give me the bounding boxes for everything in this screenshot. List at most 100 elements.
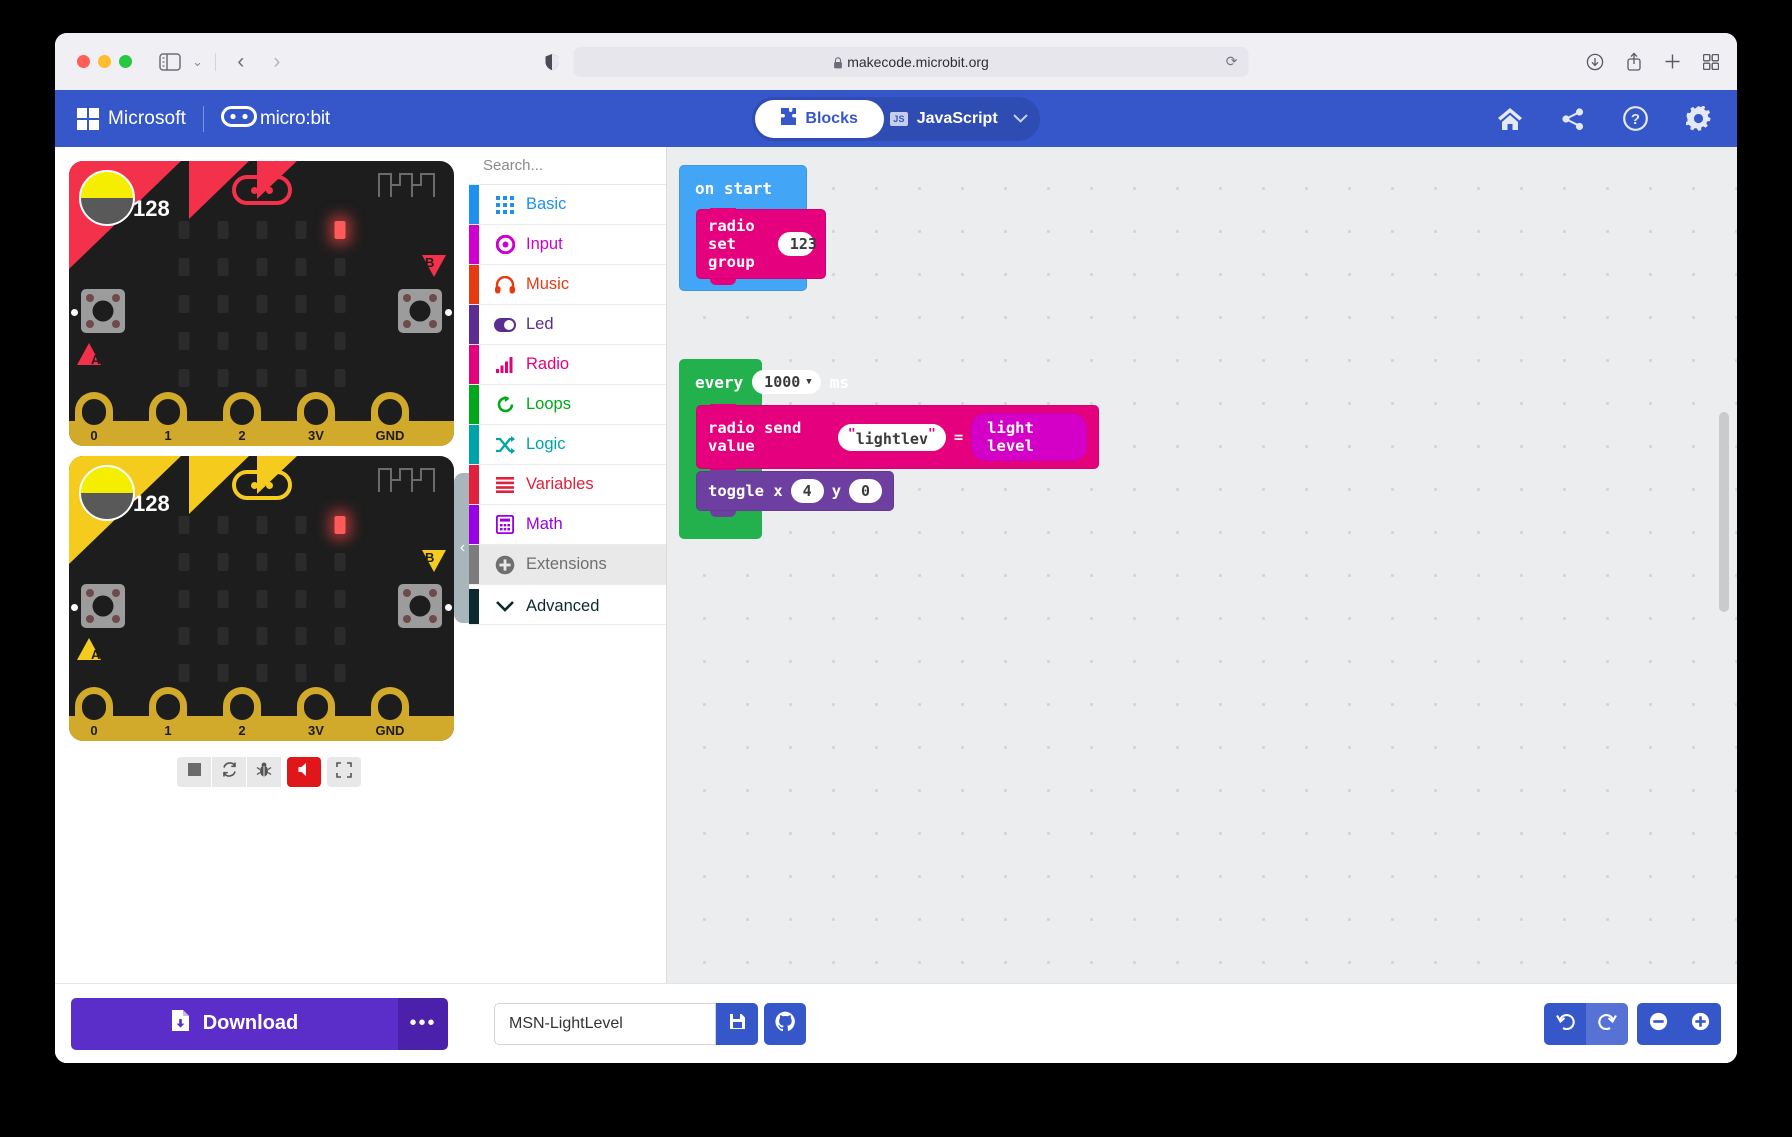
- close-window-button[interactable]: [77, 55, 90, 68]
- button-a-1[interactable]: [81, 289, 125, 333]
- gear-icon[interactable]: [1686, 106, 1711, 131]
- light-level-sensor-1[interactable]: 128: [79, 170, 170, 226]
- sidebar-item-extensions[interactable]: Extensions: [469, 545, 666, 585]
- led-lit: [334, 220, 345, 239]
- new-tab-icon[interactable]: [1664, 53, 1681, 70]
- sidebar-item-basic[interactable]: Basic: [469, 185, 666, 225]
- shield-icon[interactable]: [544, 52, 560, 71]
- download-more-button[interactable]: •••: [398, 997, 448, 1050]
- debug-button[interactable]: [247, 757, 281, 787]
- blocks-workspace[interactable]: on start radio set group 123 every 1000 …: [667, 147, 1737, 1063]
- sidebar-item-music[interactable]: Music: [469, 265, 666, 305]
- block-on-start-label: on start: [695, 179, 773, 198]
- block-radio-set-group[interactable]: radio set group 123: [696, 208, 826, 285]
- zoom-in-icon: [1691, 1012, 1710, 1036]
- zoom-in-button[interactable]: [1679, 1002, 1721, 1045]
- help-icon[interactable]: ?: [1623, 106, 1648, 131]
- reload-icon[interactable]: ⟳: [1226, 53, 1238, 70]
- toggle-x-field[interactable]: 4: [790, 479, 824, 503]
- tab-overview-icon[interactable]: [1703, 53, 1719, 70]
- pin-gnd[interactable]: GND: [371, 687, 409, 741]
- save-button[interactable]: [716, 1002, 758, 1045]
- microbit-simulator-2[interactable]: 128 A B 0 1 2 3V GND: [69, 456, 454, 741]
- downloads-icon[interactable]: [1586, 53, 1604, 71]
- button-b-label-1: B: [422, 255, 446, 277]
- light-level-dial[interactable]: [79, 465, 135, 521]
- plus-circle-icon: [493, 555, 517, 575]
- share-icon[interactable]: [1626, 52, 1642, 71]
- led: [256, 294, 267, 313]
- workspace-vertical-scrollbar[interactable]: [1719, 412, 1729, 612]
- forward-arrow-icon[interactable]: ›: [264, 50, 290, 74]
- github-button[interactable]: [764, 1002, 806, 1045]
- minimize-window-button[interactable]: [98, 55, 111, 68]
- block-light-level-reporter[interactable]: light level: [971, 413, 1087, 461]
- block-every-body: radio send value "lightlev" = light leve…: [679, 404, 1099, 517]
- chevron-down-icon[interactable]: ⌄: [192, 54, 203, 70]
- pin-1[interactable]: 1: [149, 392, 187, 446]
- pin-0[interactable]: 0: [75, 687, 113, 741]
- microbit-simulator-1[interactable]: 128 A B 0 1 2 3V GND: [69, 161, 454, 446]
- project-name-input[interactable]: [494, 1002, 716, 1045]
- url-bar[interactable]: makecode.microbit.org ⟳: [573, 46, 1249, 77]
- pin-1[interactable]: 1: [149, 687, 187, 741]
- sidebar-item-logic[interactable]: Logic: [469, 425, 666, 465]
- sidebar-item-advanced[interactable]: Advanced: [469, 585, 666, 625]
- light-level-dial[interactable]: [79, 170, 135, 226]
- block-on-start[interactable]: on start radio set group 123: [679, 165, 826, 291]
- button-b-1[interactable]: [398, 289, 442, 333]
- search-input[interactable]: [483, 157, 682, 174]
- led: [178, 626, 189, 645]
- sidebar-item-math[interactable]: Math: [469, 505, 666, 545]
- block-every-interval[interactable]: every 1000 ▼ ms radio send value "lightl…: [679, 359, 1099, 539]
- button-b-2[interactable]: [398, 584, 442, 628]
- pin-2[interactable]: 2: [223, 392, 261, 446]
- button-a-2[interactable]: [81, 584, 125, 628]
- led: [217, 331, 228, 350]
- pin-3v[interactable]: 3V: [297, 392, 335, 446]
- share-icon[interactable]: [1561, 107, 1585, 131]
- sidebar-item-led[interactable]: Led: [469, 305, 666, 345]
- light-level-sensor-2[interactable]: 128: [79, 465, 170, 521]
- mute-button[interactable]: [287, 757, 321, 787]
- restart-button[interactable]: [212, 757, 246, 787]
- chevron-down-icon[interactable]: [1004, 114, 1037, 123]
- led: [178, 663, 189, 682]
- radio-name-field[interactable]: "lightlev": [837, 423, 946, 451]
- led: [217, 515, 228, 534]
- interval-dropdown-field[interactable]: 1000 ▼: [752, 370, 821, 394]
- block-toggle-xy[interactable]: toggle x 4 y 0: [696, 470, 895, 517]
- pin-gnd[interactable]: GND: [371, 392, 409, 446]
- sidebar-item-input[interactable]: Input: [469, 225, 666, 265]
- stop-button[interactable]: [177, 757, 211, 787]
- app-header: Microsoft micro:bit Blocks JS JavaScript: [55, 90, 1737, 147]
- download-file-icon: [171, 1009, 190, 1038]
- redo-button[interactable]: [1586, 1002, 1628, 1045]
- fullscreen-button[interactable]: [327, 757, 361, 787]
- back-arrow-icon[interactable]: ‹: [228, 50, 254, 74]
- sidebar-item-variables[interactable]: Variables: [469, 465, 666, 505]
- window-traffic-lights[interactable]: [77, 55, 132, 68]
- undo-button[interactable]: [1544, 1002, 1586, 1045]
- radio-group-value-field[interactable]: 123: [777, 232, 817, 256]
- grid-icon: [493, 195, 517, 214]
- sidebar-toggle-icon[interactable]: [158, 52, 182, 72]
- tab-javascript[interactable]: JS JavaScript: [884, 100, 1003, 138]
- zoom-out-button[interactable]: [1637, 1002, 1679, 1045]
- home-icon[interactable]: [1497, 107, 1523, 131]
- microsoft-logo[interactable]: Microsoft: [77, 107, 186, 130]
- toggle-y-field[interactable]: 0: [849, 479, 883, 503]
- maximize-window-button[interactable]: [119, 55, 132, 68]
- download-button[interactable]: Download: [71, 997, 398, 1050]
- pin-2[interactable]: 2: [223, 687, 261, 741]
- category-color-stripe: [469, 185, 479, 224]
- tab-blocks[interactable]: Blocks: [755, 99, 885, 138]
- block-radio-send-value[interactable]: radio send value "lightlev" = light leve…: [696, 404, 1099, 475]
- microbit-logo[interactable]: micro:bit: [220, 105, 330, 132]
- sidebar-item-loops[interactable]: Loops: [469, 385, 666, 425]
- pin-0[interactable]: 0: [75, 392, 113, 446]
- pin-3v[interactable]: 3V: [297, 687, 335, 741]
- sidebar-item-radio[interactable]: Radio: [469, 345, 666, 385]
- category-color-stripe: [469, 589, 479, 624]
- zoom-out-icon: [1649, 1012, 1668, 1036]
